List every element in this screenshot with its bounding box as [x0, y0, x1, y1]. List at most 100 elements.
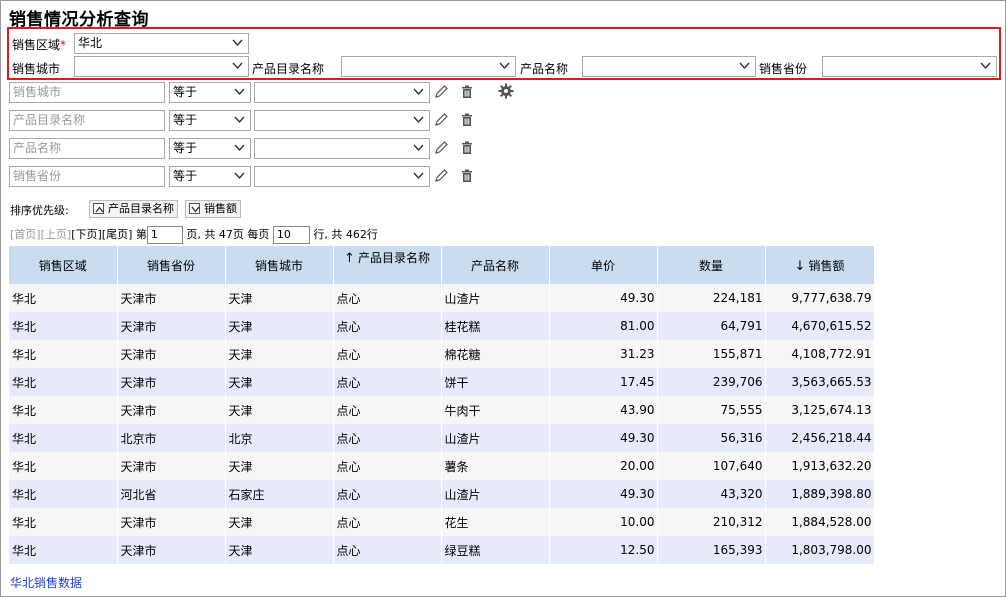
- last-page-link[interactable]: [尾页]: [102, 228, 133, 241]
- cell-region: 华北: [9, 424, 118, 452]
- cell-price: 43.90: [549, 396, 658, 424]
- sort-descending-icon: [189, 203, 200, 214]
- filter-field-input[interactable]: 产品目录名称: [9, 110, 165, 131]
- chevron-down-icon: [413, 172, 424, 180]
- sort-item-sales[interactable]: 销售额: [185, 200, 241, 218]
- filter-value-select[interactable]: [254, 82, 430, 103]
- trash-icon[interactable]: [459, 84, 475, 100]
- region-sales-data-link[interactable]: 华北销售数据: [10, 574, 82, 591]
- cell-sales: 4,108,772.91: [765, 340, 875, 368]
- column-header-province[interactable]: 销售省份: [117, 246, 226, 284]
- filter-operator-value: 等于: [173, 141, 198, 155]
- column-header-catalog[interactable]: ↑ 产品目录名称: [333, 246, 442, 284]
- cell-province: 河北省: [117, 480, 226, 508]
- cell-sales: 1,913,632.20: [765, 452, 875, 480]
- cell-product: 薯条: [441, 452, 550, 480]
- first-page-link[interactable]: [首页]: [10, 228, 41, 241]
- catalog-label: 产品目录名称: [252, 62, 325, 76]
- sort-down-arrow-icon: ↓: [794, 258, 806, 274]
- cell-product: 棉花糖: [441, 340, 550, 368]
- chevron-down-icon: [413, 144, 424, 152]
- cell-region: 华北: [9, 480, 118, 508]
- sort-item-label: 产品目录名称: [108, 202, 174, 215]
- total-rows-text: 行, 共 462行: [313, 228, 378, 241]
- cell-price: 20.00: [549, 452, 658, 480]
- filter-operator-select[interactable]: 等于: [169, 166, 251, 187]
- pencil-icon[interactable]: [433, 112, 449, 128]
- cell-catalog: 点心: [333, 396, 442, 424]
- table-row: 华北 天津市 天津 点心 山渣片 49.30 224,181 9,777,638.79: [9, 284, 875, 312]
- cell-catalog: 点心: [333, 508, 442, 536]
- cell-province: 天津市: [117, 396, 226, 424]
- cell-city: 天津: [225, 340, 334, 368]
- cell-quantity: 75,555: [657, 396, 766, 424]
- trash-icon[interactable]: [459, 168, 475, 184]
- cell-province: 天津市: [117, 368, 226, 396]
- chevron-down-icon: [413, 116, 424, 124]
- cell-price: 17.45: [549, 368, 658, 396]
- cell-city: 天津: [225, 312, 334, 340]
- filter-field-input[interactable]: 销售省份: [9, 166, 165, 187]
- chevron-down-icon: [234, 88, 245, 96]
- pencil-icon[interactable]: [433, 84, 449, 100]
- column-header-sales[interactable]: ↓ 销售额: [765, 246, 875, 284]
- table-row: 华北 天津市 天津 点心 绿豆糕 12.50 165,393 1,803,798.00: [9, 536, 875, 564]
- trash-icon[interactable]: [459, 140, 475, 156]
- prev-page-link[interactable]: [上页]: [41, 228, 72, 241]
- cell-catalog: 点心: [333, 340, 442, 368]
- province-select[interactable]: [822, 56, 997, 77]
- filter-value-select[interactable]: [254, 110, 430, 131]
- cell-quantity: 239,706: [657, 368, 766, 396]
- chevron-down-icon: [234, 116, 245, 124]
- rows-per-page-input[interactable]: 10: [272, 226, 310, 244]
- cell-quantity: 43,320: [657, 480, 766, 508]
- cell-province: 北京市: [117, 424, 226, 452]
- cell-city: 天津: [225, 284, 334, 312]
- filter-operator-select[interactable]: 等于: [169, 82, 251, 103]
- filter-field-input[interactable]: 销售城市: [9, 82, 165, 103]
- region-select[interactable]: 华北: [74, 33, 249, 54]
- cell-sales: 4,670,615.52: [765, 312, 875, 340]
- next-page-link[interactable]: [下页]: [71, 228, 102, 241]
- table-row: 华北 河北省 石家庄 点心 山渣片 49.30 43,320 1,889,398.80: [9, 480, 875, 508]
- pencil-icon[interactable]: [433, 140, 449, 156]
- cell-region: 华北: [9, 340, 118, 368]
- filter-operator-select[interactable]: 等于: [169, 110, 251, 131]
- trash-icon[interactable]: [459, 112, 475, 128]
- column-header-price[interactable]: 单价: [549, 246, 658, 284]
- sort-item-catalog[interactable]: 产品目录名称: [89, 200, 178, 218]
- cell-catalog: 点心: [333, 312, 442, 340]
- table-row: 华北 天津市 天津 点心 牛肉干 43.90 75,555 3,125,674.13: [9, 396, 875, 424]
- cell-quantity: 155,871: [657, 340, 766, 368]
- chevron-down-icon: [413, 88, 424, 96]
- product-select[interactable]: [582, 56, 756, 77]
- filter-operator-select[interactable]: 等于: [169, 138, 251, 159]
- table-row: 华北 天津市 天津 点心 棉花糖 31.23 155,871 4,108,772.91: [9, 340, 875, 368]
- cell-product: 牛肉干: [441, 396, 550, 424]
- cell-product: 饼干: [441, 368, 550, 396]
- city-select[interactable]: [74, 56, 249, 77]
- cell-city: 天津: [225, 368, 334, 396]
- column-header-city[interactable]: 销售城市: [225, 246, 334, 284]
- filter-value-select[interactable]: [254, 166, 430, 187]
- cell-product: 山渣片: [441, 284, 550, 312]
- cell-province: 天津市: [117, 452, 226, 480]
- cell-sales: 3,125,674.13: [765, 396, 875, 424]
- table-row: 华北 天津市 天津 点心 花生 10.00 210,312 1,884,528.00: [9, 508, 875, 536]
- cell-quantity: 56,316: [657, 424, 766, 452]
- filter-value-select[interactable]: [254, 138, 430, 159]
- catalog-select[interactable]: [341, 56, 516, 77]
- filter-field-input[interactable]: 产品名称: [9, 138, 165, 159]
- page-number-input[interactable]: 1: [146, 226, 183, 244]
- chevron-down-icon: [499, 62, 510, 70]
- gear-icon[interactable]: [498, 83, 514, 99]
- column-header-region[interactable]: 销售区域: [9, 246, 118, 284]
- table-row: 华北 天津市 天津 点心 桂花糕 81.00 64,791 4,670,615.52: [9, 312, 875, 340]
- chevron-down-icon: [980, 62, 991, 70]
- cell-price: 31.23: [549, 340, 658, 368]
- cell-sales: 1,803,798.00: [765, 536, 875, 564]
- column-header-quantity[interactable]: 数量: [657, 246, 766, 284]
- cell-quantity: 64,791: [657, 312, 766, 340]
- column-header-product[interactable]: 产品名称: [441, 246, 550, 284]
- pencil-icon[interactable]: [433, 168, 449, 184]
